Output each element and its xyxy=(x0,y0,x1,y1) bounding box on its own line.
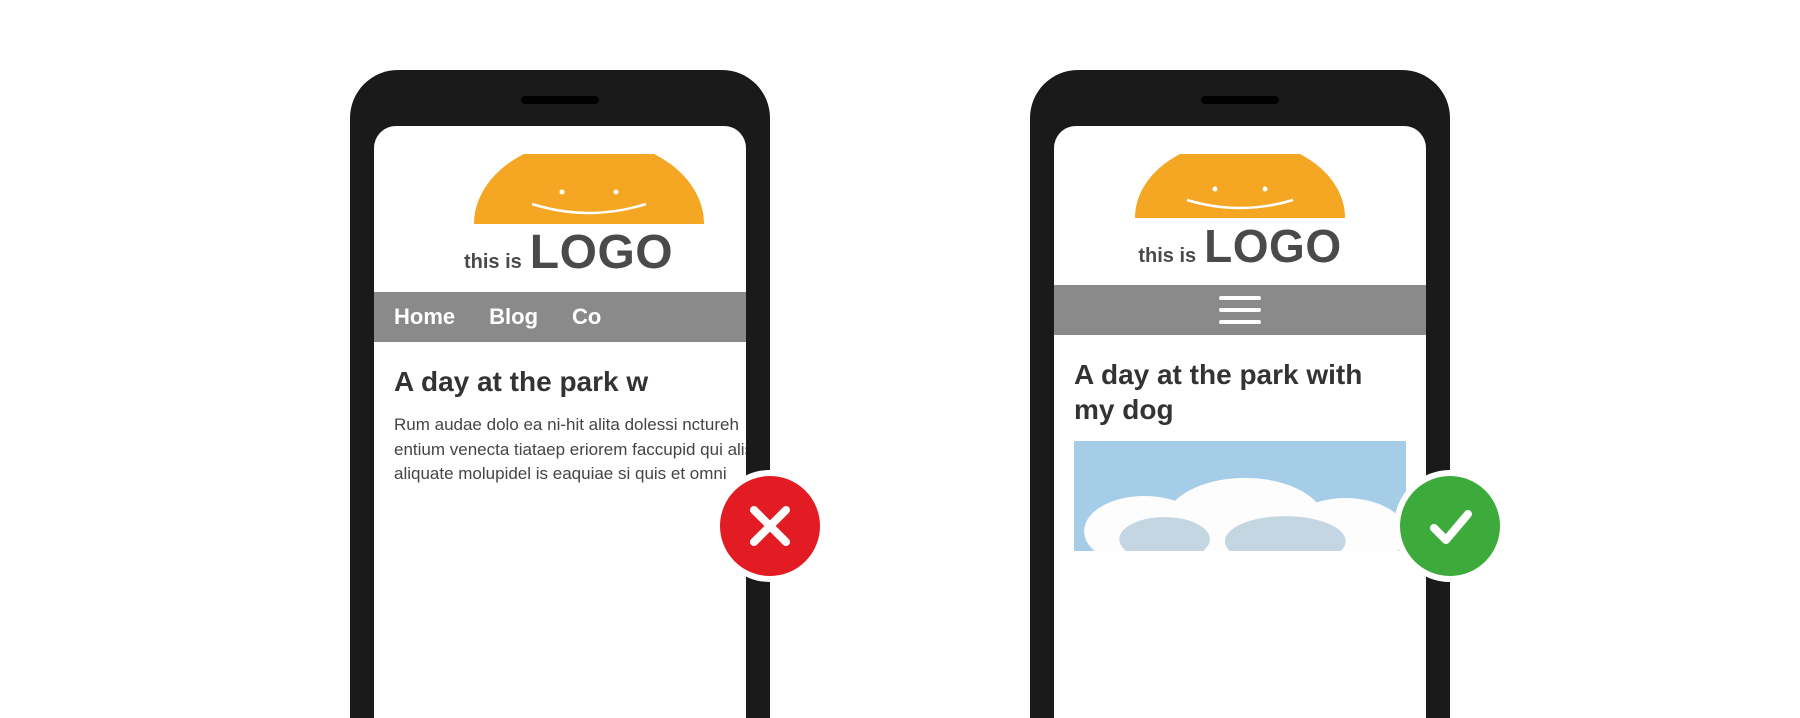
nav-item-blog[interactable]: Blog xyxy=(489,304,538,330)
phone-body: this is LOGO Home Blog Co A day at the p… xyxy=(350,70,770,718)
phone-mockup-good: this is LOGO A day at the park with my d… xyxy=(1030,70,1450,718)
phone-mockup-bad: this is LOGO Home Blog Co A day at the p… xyxy=(350,70,770,718)
phone-speaker xyxy=(1201,96,1279,104)
screen-content-responsive: this is LOGO A day at the park with my d… xyxy=(1054,126,1426,573)
status-badge-bad xyxy=(714,470,826,582)
cloud-image-icon xyxy=(1074,441,1406,551)
site-logo: this is LOGO xyxy=(1054,126,1426,285)
logo-icon xyxy=(1125,154,1355,218)
article-body-row: Rum audae dolo ea ni-hit alita dolessi n… xyxy=(394,413,746,553)
hamburger-menu-icon[interactable] xyxy=(1219,296,1261,324)
article-heading-truncated: A day at the park w xyxy=(394,364,746,399)
nav-item-home[interactable]: Home xyxy=(394,304,455,330)
x-icon xyxy=(742,498,798,554)
phone-screen: this is LOGO Home Blog Co A day at the p… xyxy=(374,126,746,718)
logo-text: this is LOGO xyxy=(464,225,746,280)
article-body-text: Rum audae dolo ea ni-hit alita dolessi n… xyxy=(394,413,746,553)
logo-main: LOGO xyxy=(1204,219,1341,273)
screen-content-overflow: this is LOGO Home Blog Co A day at the p… xyxy=(374,126,746,575)
nav-item-truncated[interactable]: Co xyxy=(572,304,601,330)
logo-text: this is LOGO xyxy=(1054,219,1426,273)
navbar-links: Home Blog Co xyxy=(374,292,746,342)
phone-speaker xyxy=(521,96,599,104)
logo-main: LOGO xyxy=(530,225,673,280)
phone-screen: this is LOGO A day at the park with my d… xyxy=(1054,126,1426,718)
article-content: A day at the park with my dog xyxy=(1054,335,1426,573)
check-icon xyxy=(1422,498,1478,554)
navbar-hamburger xyxy=(1054,285,1426,335)
status-badge-good xyxy=(1394,470,1506,582)
article-heading: A day at the park with my dog xyxy=(1074,357,1406,427)
article-content: A day at the park w Rum audae dolo ea ni… xyxy=(374,342,746,575)
logo-prefix: this is xyxy=(464,251,522,274)
site-logo: this is LOGO xyxy=(374,126,746,292)
phone-body: this is LOGO A day at the park with my d… xyxy=(1030,70,1450,718)
logo-icon xyxy=(464,154,714,224)
article-image xyxy=(1074,441,1406,551)
logo-prefix: this is xyxy=(1138,245,1196,268)
